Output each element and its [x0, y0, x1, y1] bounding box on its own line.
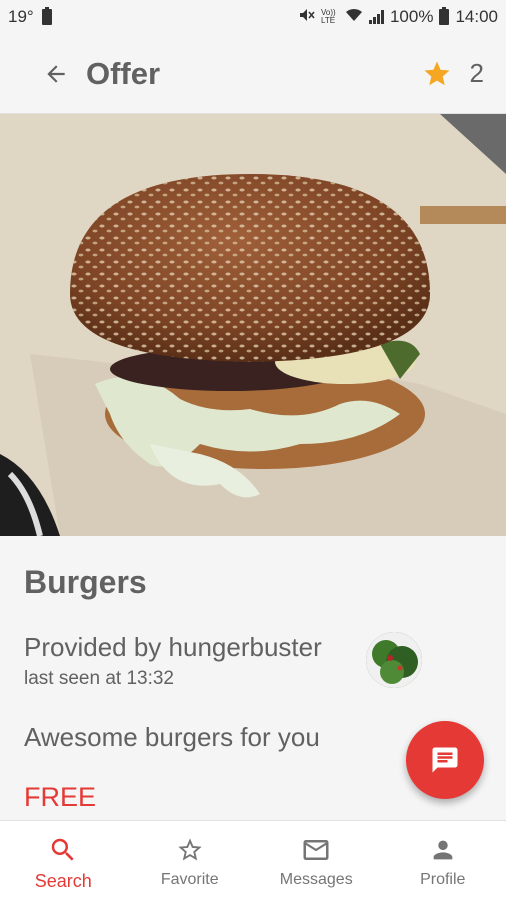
- status-bar: 19° Vo)) LTE 100% 14:00: [0, 0, 506, 34]
- nav-label-messages: Messages: [279, 871, 353, 888]
- person-icon: [429, 835, 457, 865]
- offer-description: Awesome burgers for you: [24, 722, 320, 752]
- wifi-icon: [345, 7, 363, 27]
- volte-icon: Vo)) LTE: [320, 8, 336, 25]
- back-button[interactable]: [28, 46, 84, 102]
- rating-count: 2: [469, 58, 484, 88]
- nav-label-profile: Profile: [420, 871, 466, 888]
- nav-item-profile[interactable]: Profile: [380, 821, 506, 900]
- arrow-back-icon: [47, 64, 65, 83]
- star-outline-icon: [176, 835, 204, 865]
- mail-icon: [301, 835, 331, 865]
- offer-title: Burgers: [24, 564, 147, 600]
- nav-item-favorite[interactable]: Favorite: [127, 821, 254, 900]
- nav-item-messages[interactable]: Messages: [253, 821, 380, 900]
- page-title: Offer: [86, 55, 161, 91]
- battery-saver-icon: [41, 7, 52, 25]
- nav-label-search: Search: [34, 871, 92, 891]
- battery-icon: [439, 7, 450, 25]
- nav-item-search[interactable]: Search: [0, 821, 127, 900]
- mute-icon: [299, 7, 315, 27]
- search-icon: [48, 835, 78, 865]
- last-seen-text: last seen at 13:32: [24, 668, 174, 689]
- avatar[interactable]: [366, 632, 422, 688]
- clock: 14:00: [455, 7, 498, 26]
- offer-price: FREE: [24, 782, 97, 812]
- nav-label-favorite: Favorite: [160, 871, 219, 888]
- star-icon: [424, 61, 450, 85]
- provider-text[interactable]: Provided by hungerbuster: [24, 632, 322, 663]
- signal-icon: [368, 10, 384, 24]
- rating[interactable]: 2: [422, 58, 484, 89]
- chat-icon: [432, 747, 458, 773]
- temperature-text: 19°: [8, 7, 34, 26]
- bottom-navigation: Search Favorite Messages Profile: [0, 820, 506, 900]
- message-fab-button[interactable]: [406, 721, 484, 799]
- battery-percent: 100%: [389, 7, 434, 26]
- offer-image: [0, 114, 506, 536]
- app-bar: Offer 2: [0, 34, 506, 114]
